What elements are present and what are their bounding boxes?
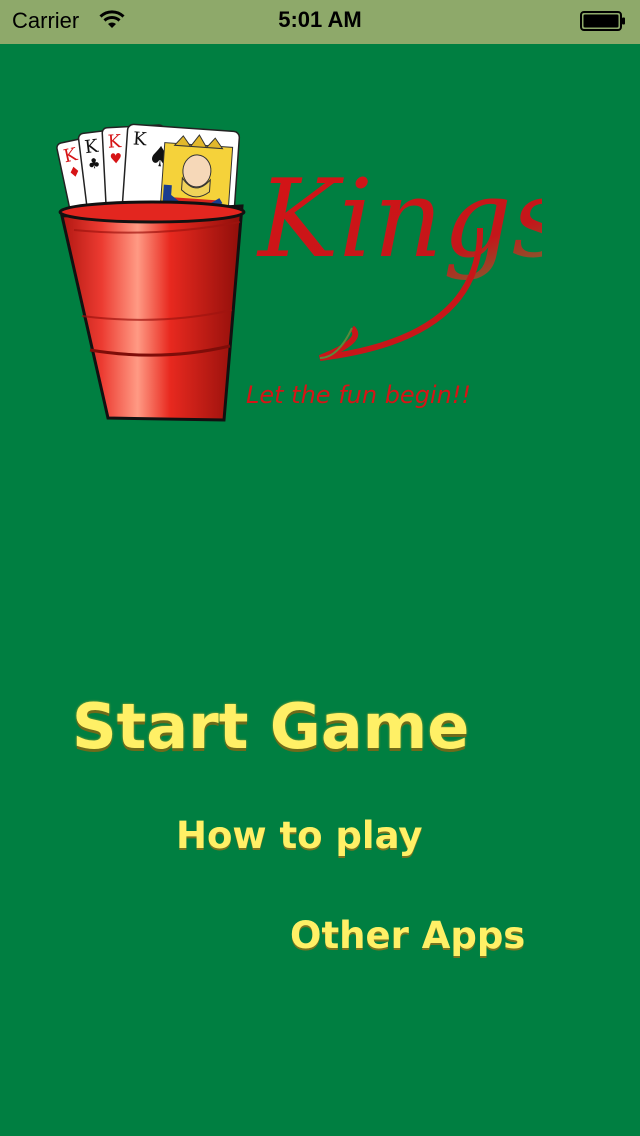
status-bar: Carrier 5:01 AM: [0, 0, 640, 44]
logo-title: Kings: [256, 157, 542, 282]
battery-icon: [580, 11, 625, 31]
start-game-button[interactable]: Start Game: [72, 690, 469, 763]
card-rank: K: [107, 131, 122, 153]
kings-logo: K ♦ K ♣ K ♥ K ♠ Kings Let the fun begin!…: [56, 123, 542, 422]
status-time: 5:01 AM: [278, 7, 362, 32]
card-rank: K: [132, 128, 147, 150]
other-apps-button[interactable]: Other Apps: [290, 914, 525, 957]
card-suit: ♣: [87, 156, 101, 173]
red-cup-graphic: [58, 200, 246, 422]
how-to-play-button[interactable]: How to play: [176, 814, 423, 857]
card-suit: ♥: [109, 151, 122, 168]
logo-tagline: Let the fun begin!!: [246, 381, 471, 409]
